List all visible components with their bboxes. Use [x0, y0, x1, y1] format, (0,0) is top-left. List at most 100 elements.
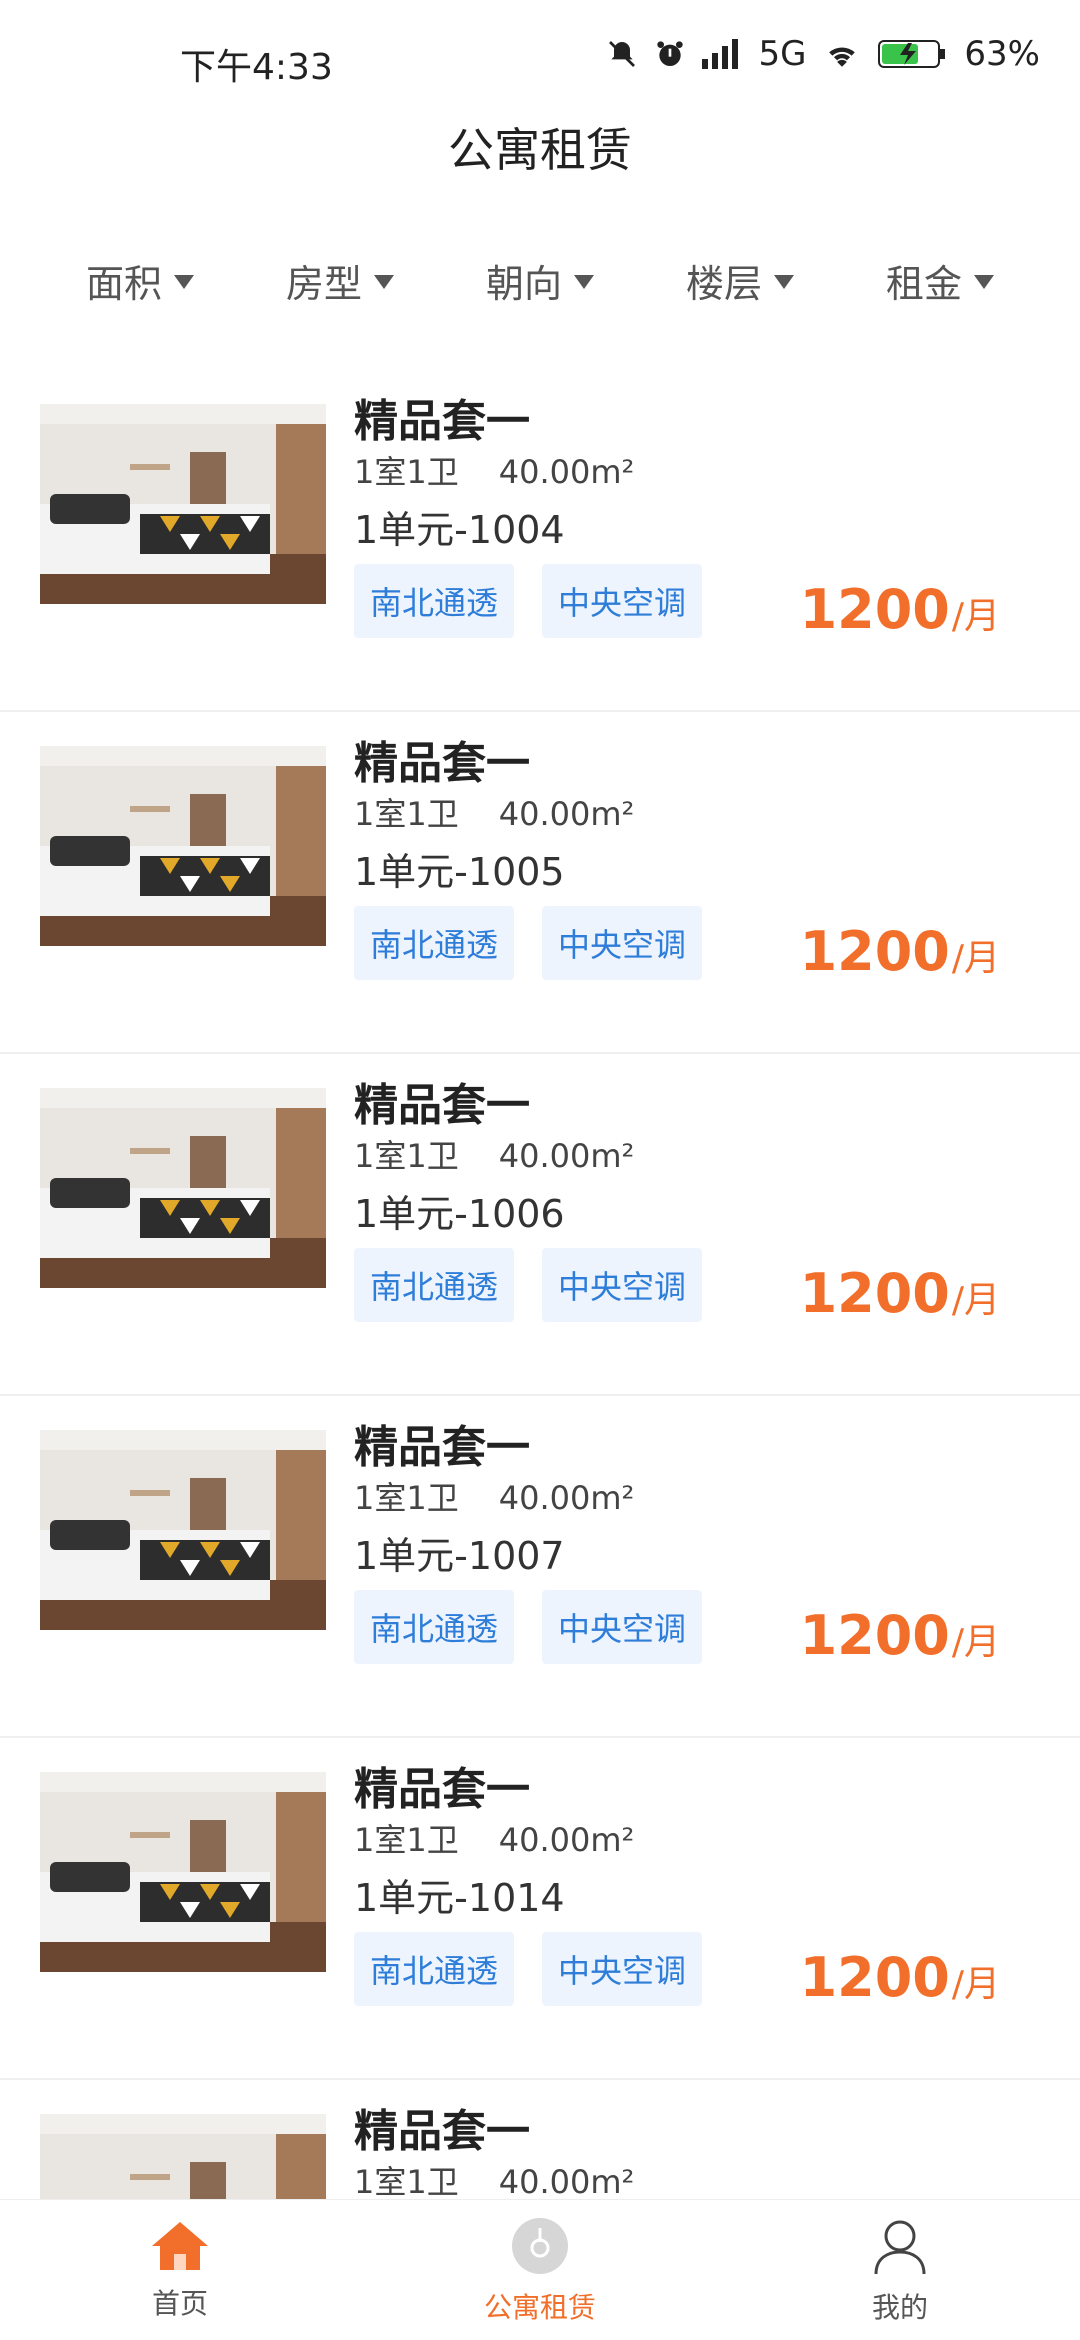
- rent-price: 1200/月: [800, 578, 1000, 641]
- price-period: /月: [951, 596, 1000, 637]
- apartment-layout: 1室1卫: [354, 2163, 459, 2200]
- apartment-spec: 1室1卫 40.00m²: [354, 1818, 1040, 1862]
- apartment-spec: 1室1卫 40.00m²: [354, 1134, 1040, 1178]
- apartment-spec: 1室1卫 40.00m²: [354, 450, 1040, 494]
- tab-home[interactable]: 首页: [0, 2200, 360, 2340]
- filter-area[interactable]: 面积: [86, 253, 194, 308]
- filter-floor[interactable]: 楼层: [686, 253, 794, 308]
- apartment-name: 精品套一: [354, 2106, 530, 2157]
- battery-level: 63%: [964, 34, 1040, 74]
- mute-bell-icon: [609, 41, 636, 67]
- tab-label: 公寓租赁: [483, 2291, 596, 2324]
- filter-label: 租金: [885, 261, 962, 306]
- apartment-spec: 1室1卫 40.00m²: [354, 2160, 1040, 2200]
- apartment-name: 精品套一: [354, 1764, 530, 1815]
- dropdown-arrow-icon: [374, 275, 394, 289]
- rent-price: 1200/月: [800, 1946, 1000, 2009]
- price-period: /月: [951, 938, 1000, 979]
- filter-label: 房型: [285, 261, 362, 306]
- feature-tag: 中央空调: [542, 564, 703, 638]
- status-icons: 5G 63%: [606, 34, 1040, 74]
- feature-tag: 中央空调: [542, 906, 703, 980]
- tab-mine[interactable]: 我的: [720, 2200, 1080, 2340]
- filter-bar: 面积 房型 朝向 楼层 租金: [0, 240, 1080, 320]
- feature-tag: 南北通透: [354, 1248, 515, 1322]
- dropdown-arrow-icon: [174, 275, 194, 289]
- room-photo: [40, 1088, 326, 1288]
- apartment-area: 40.00m²: [498, 2163, 635, 2200]
- apartment-area: 40.00m²: [498, 1821, 635, 1859]
- rent-price: 1200/月: [800, 1262, 1000, 1325]
- tab-label: 首页: [151, 2287, 208, 2320]
- network-type: 5G: [758, 34, 807, 74]
- apartment-layout: 1室1卫: [354, 795, 459, 833]
- person-icon: [874, 2220, 926, 2275]
- apartment-name: 精品套一: [354, 738, 530, 789]
- price-period: /月: [951, 1622, 1000, 1663]
- rent-price: 1200/月: [800, 920, 1000, 983]
- filter-rent[interactable]: 租金: [886, 253, 994, 308]
- filter-orientation[interactable]: 朝向: [486, 253, 594, 308]
- feature-tag: 南北通透: [354, 906, 515, 980]
- price-value: 1200: [799, 1946, 950, 2009]
- feature-tag: 南北通透: [354, 1932, 515, 2006]
- room-photo: [40, 404, 326, 604]
- status-time: 下午4:33: [180, 47, 333, 88]
- dropdown-arrow-icon: [574, 275, 594, 289]
- price-value: 1200: [799, 1262, 950, 1325]
- apartment-card[interactable]: 精品套一 1室1卫 40.00m² 1单元-1006 南北通透 中央空调 1200…: [0, 1054, 1080, 1396]
- apartment-spec: 1室1卫 40.00m²: [354, 1476, 1040, 1520]
- apartment-spec: 1室1卫 40.00m²: [354, 792, 1040, 836]
- price-period: /月: [951, 1280, 1000, 1321]
- apartment-card[interactable]: 精品套一 1室1卫 40.00m² 1单元-1014 南北通透 中央空调 1200…: [0, 1738, 1080, 2080]
- apartment-unit: 1单元-1004: [354, 508, 565, 552]
- apartment-card[interactable]: 精品套一 1室1卫 40.00m² 1单元-1007 南北通透 中央空调 1200…: [0, 1396, 1080, 1738]
- apartment-layout: 1室1卫: [354, 453, 459, 491]
- alarm-icon: [657, 41, 684, 66]
- rent-price: 1200/月: [800, 1604, 1000, 1667]
- wifi-icon: [829, 47, 856, 67]
- apartment-name: 精品套一: [354, 396, 530, 447]
- room-photo: [40, 746, 326, 946]
- apartment-layout: 1室1卫: [354, 1137, 459, 1175]
- apartment-card[interactable]: 精品套一 1室1卫 40.00m² 1单元-1005 南北通透 中央空调 1200…: [0, 712, 1080, 1054]
- price-value: 1200: [799, 1604, 950, 1667]
- apartment-unit: 1单元-1006: [354, 1192, 565, 1236]
- apartment-area: 40.00m²: [498, 795, 635, 833]
- home-icon: [152, 2222, 208, 2270]
- apartment-list[interactable]: 精品套一 1室1卫 40.00m² 1单元-1004 南北通透 中央空调 1200…: [0, 370, 1080, 2200]
- price-value: 1200: [799, 578, 950, 641]
- price-value: 1200: [799, 920, 950, 983]
- status-bar: 下午4:33 5G 63%: [0, 0, 1080, 120]
- feature-tag: 中央空调: [542, 1590, 703, 1664]
- apartment-unit: 1单元-1007: [354, 1534, 565, 1578]
- bottom-tab-bar: 首页 公寓租赁 我的: [0, 2199, 1080, 2340]
- filter-label: 朝向: [485, 261, 562, 306]
- feature-tag: 南北通透: [354, 1590, 515, 1664]
- filter-label: 面积: [85, 261, 162, 306]
- key-icon: [512, 2218, 568, 2274]
- room-photo: [40, 2114, 326, 2200]
- feature-tag: 南北通透: [354, 564, 515, 638]
- apartment-layout: 1室1卫: [354, 1821, 459, 1859]
- dropdown-arrow-icon: [774, 275, 794, 289]
- apartment-card[interactable]: 精品套一 1室1卫 40.00m²: [0, 2080, 1080, 2200]
- feature-tag: 中央空调: [542, 1932, 703, 2006]
- price-period: /月: [951, 1964, 1000, 2005]
- apartment-area: 40.00m²: [498, 453, 635, 491]
- dropdown-arrow-icon: [974, 275, 994, 289]
- apartment-name: 精品套一: [354, 1422, 530, 1473]
- feature-tag: 中央空调: [542, 1248, 703, 1322]
- apartment-layout: 1室1卫: [354, 1479, 459, 1517]
- apartment-unit: 1单元-1005: [354, 850, 565, 894]
- room-photo: [40, 1772, 326, 1972]
- apartment-card[interactable]: 精品套一 1室1卫 40.00m² 1单元-1004 南北通透 中央空调 1200…: [0, 370, 1080, 712]
- tab-apartment-rental[interactable]: 公寓租赁: [360, 2200, 720, 2340]
- apartment-area: 40.00m²: [498, 1479, 635, 1517]
- title-bar: 公寓租赁: [0, 110, 1080, 190]
- filter-room-type[interactable]: 房型: [286, 253, 394, 308]
- filter-label: 楼层: [685, 261, 762, 306]
- page-title: 公寓租赁: [448, 123, 632, 177]
- apartment-name: 精品套一: [354, 1080, 530, 1131]
- signal-icon: [702, 39, 739, 69]
